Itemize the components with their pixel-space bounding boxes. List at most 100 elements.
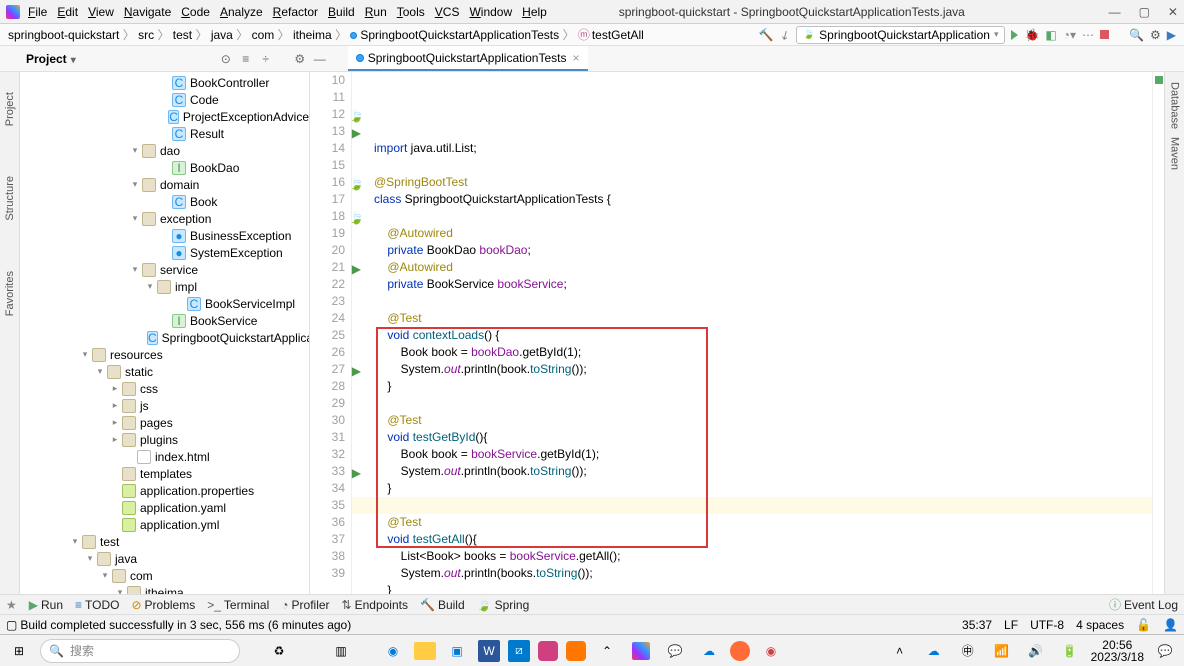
tray-up-icon[interactable]: ˄: [887, 638, 913, 664]
menu-analyze[interactable]: Analyze: [220, 5, 263, 19]
code-line[interactable]: void contextLoads() {: [374, 327, 1152, 344]
code-line[interactable]: @Autowired: [374, 259, 1152, 276]
notifications-icon[interactable]: 💬: [1152, 638, 1178, 664]
menu-navigate[interactable]: Navigate: [124, 5, 171, 19]
error-stripe[interactable]: [1152, 72, 1164, 594]
tree-item[interactable]: CBookController: [20, 74, 309, 91]
tree-item[interactable]: CSpringbootQuickstartApplication: [20, 329, 309, 346]
code-line[interactable]: @Test: [374, 310, 1152, 327]
os-search[interactable]: 🔍 搜索: [40, 639, 240, 663]
code-editor[interactable]: 101112🍃13▶141516🍃1718🍃192021▶22232425262…: [310, 72, 1164, 594]
gutter-line[interactable]: 17: [310, 191, 345, 208]
code-line[interactable]: List<Book> books = bookService.getAll();: [374, 548, 1152, 565]
code-line[interactable]: import java.util.List;: [374, 140, 1152, 157]
edge-icon[interactable]: ◉: [380, 638, 406, 664]
menu-window[interactable]: Window: [469, 5, 512, 19]
bottom-tab-problems[interactable]: ⊘ Problems: [131, 598, 195, 612]
code-line[interactable]: Book book = bookService.getById(1);: [374, 446, 1152, 463]
tree-item[interactable]: ▾itheima: [20, 584, 309, 594]
explorer-icon[interactable]: [414, 642, 436, 660]
breadcrumbs[interactable]: springboot-quickstart 〉 src 〉 test 〉 jav…: [8, 26, 644, 43]
taskview-icon[interactable]: ▥: [328, 638, 354, 664]
wechat-icon[interactable]: 💬: [662, 638, 688, 664]
tree-item[interactable]: application.yaml: [20, 499, 309, 516]
tree-item[interactable]: IBookDao: [20, 159, 309, 176]
gutter-line[interactable]: 34: [310, 480, 345, 497]
menu-code[interactable]: Code: [181, 5, 210, 19]
tree-item[interactable]: templates: [20, 465, 309, 482]
code-line[interactable]: }: [374, 582, 1152, 594]
stop-icon[interactable]: [1100, 30, 1109, 39]
file-encoding[interactable]: UTF-8: [1030, 618, 1064, 632]
code-line[interactable]: [374, 395, 1152, 412]
tree-item[interactable]: ▸pages: [20, 414, 309, 431]
project-view-selector[interactable]: Project: [26, 52, 76, 66]
collapse-all-icon[interactable]: ÷: [259, 52, 273, 66]
breadcrumb-item[interactable]: src: [138, 28, 154, 42]
store-icon[interactable]: ▣: [444, 638, 470, 664]
readonly-icon[interactable]: 🔓: [1136, 618, 1151, 632]
code-line[interactable]: void testGetById(){: [374, 429, 1152, 446]
star-icon[interactable]: ★: [6, 598, 17, 612]
onedrive-icon[interactable]: ☁: [921, 638, 947, 664]
gutter-line[interactable]: 10: [310, 72, 345, 89]
menu-view[interactable]: View: [88, 5, 114, 19]
gutter-line[interactable]: 13▶: [310, 123, 345, 140]
select-opened-file-icon[interactable]: ⊙: [219, 52, 233, 66]
coverage-icon[interactable]: ◧: [1045, 28, 1056, 42]
indent-settings[interactable]: 4 spaces: [1076, 618, 1124, 632]
gutter-line[interactable]: 27▶: [310, 361, 345, 378]
minimize-icon[interactable]: —: [1109, 5, 1121, 19]
breadcrumb-item[interactable]: ⓜtestGetAll: [578, 28, 644, 42]
breadcrumb-item[interactable]: com: [252, 28, 275, 42]
gutter-line[interactable]: 18🍃: [310, 208, 345, 225]
code-line[interactable]: System.out.println(book.toString());: [374, 361, 1152, 378]
code-line[interactable]: [374, 157, 1152, 174]
nav-back-icon[interactable]: ↙: [777, 26, 793, 43]
search-everywhere-icon[interactable]: 🔍: [1129, 28, 1144, 42]
menu-tools[interactable]: Tools: [397, 5, 425, 19]
gutter-line[interactable]: 30: [310, 412, 345, 429]
breadcrumb-item[interactable]: java: [211, 28, 233, 42]
menu-file[interactable]: File: [28, 5, 47, 19]
caret-position[interactable]: 35:37: [962, 618, 992, 632]
menu-help[interactable]: Help: [522, 5, 547, 19]
tool-tab-maven[interactable]: Maven: [1169, 137, 1181, 170]
clock[interactable]: 20:56 2023/3/18: [1091, 639, 1144, 663]
gutter-line[interactable]: 15: [310, 157, 345, 174]
line-separator[interactable]: LF: [1004, 618, 1018, 632]
bottom-tab-profiler[interactable]: ◔ Profiler: [281, 598, 329, 612]
gutter-line[interactable]: 19: [310, 225, 345, 242]
settings-gear-icon[interactable]: ⚙: [293, 52, 307, 66]
tree-item[interactable]: ▾exception: [20, 210, 309, 227]
gutter-line[interactable]: 26: [310, 344, 345, 361]
tree-item[interactable]: CBook: [20, 193, 309, 210]
postman-icon[interactable]: [730, 641, 750, 661]
gutter-line[interactable]: 24: [310, 310, 345, 327]
tool-tab-project[interactable]: Project: [4, 92, 16, 126]
tool-tab-favorites[interactable]: Favorites: [4, 271, 16, 316]
tool-tab-database[interactable]: Database: [1169, 82, 1181, 129]
tray-chevron-icon[interactable]: ⌃: [594, 638, 620, 664]
bottom-tab-endpoints[interactable]: ⇅ Endpoints: [342, 598, 408, 612]
code-line[interactable]: @Test: [374, 412, 1152, 429]
intellij-icon[interactable]: [628, 638, 654, 664]
code-line[interactable]: @Autowired: [374, 225, 1152, 242]
tree-item[interactable]: application.yml: [20, 516, 309, 533]
code-area[interactable]: import java.util.List;@SpringBootTestcla…: [352, 72, 1152, 594]
tree-item[interactable]: IBookService: [20, 312, 309, 329]
project-tree[interactable]: CBookControllerCCodeCProjectExceptionAdv…: [20, 72, 310, 594]
expand-all-icon[interactable]: ≡: [239, 52, 253, 66]
breadcrumb-item[interactable]: springboot-quickstart: [8, 28, 119, 42]
code-line[interactable]: }: [374, 480, 1152, 497]
tree-item[interactable]: CBookServiceImpl: [20, 295, 309, 312]
menu-edit[interactable]: Edit: [57, 5, 78, 19]
breadcrumb-item[interactable]: test: [173, 28, 192, 42]
menu-vcs[interactable]: VCS: [435, 5, 460, 19]
code-line[interactable]: void testGetAll(){: [374, 531, 1152, 548]
run-icon[interactable]: [1011, 30, 1018, 40]
tree-item[interactable]: ▾dao: [20, 142, 309, 159]
app-icon-3[interactable]: ◉: [758, 638, 784, 664]
bottom-tab-todo[interactable]: ≡ TODO: [75, 598, 119, 612]
settings-icon[interactable]: ⚙: [1150, 28, 1161, 42]
